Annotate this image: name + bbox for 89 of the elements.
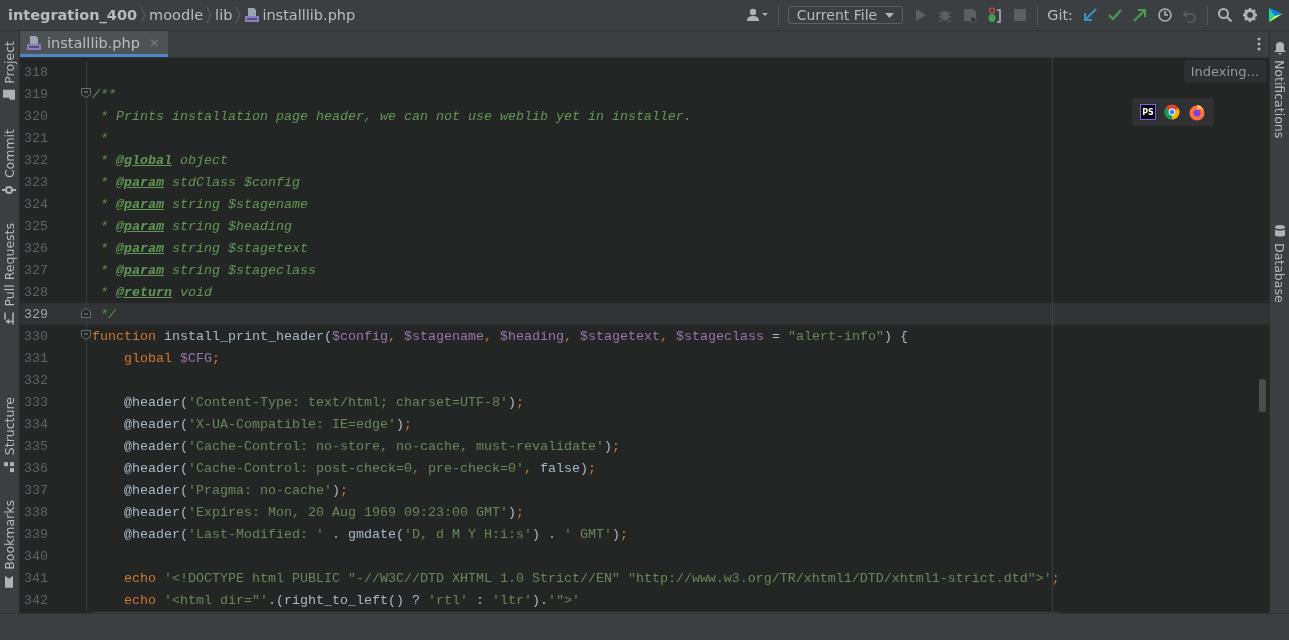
code-line: echo '<html dir="'.(right_to_left() ? 'rtl' : 'ltr').'">' [123,592,580,608]
code-line: @header('X-UA-Compatible: IE=edge'); [123,416,412,432]
line-number: 340 [23,548,48,564]
code-line: /** [92,86,116,102]
code-line: * @param string $heading [99,218,292,234]
line-number: 320 [23,108,48,124]
caret-icon [885,12,895,18]
php-file-icon [26,34,42,51]
code-line: * @global object [99,152,228,168]
git-label: Git: [1047,7,1073,23]
breadcrumb-item[interactable]: installlib.php [244,7,356,23]
check-icon[interactable] [1107,7,1123,23]
code-line: * @param string $stageclass [99,262,316,278]
search-icon[interactable] [1217,7,1233,23]
tool-window-button[interactable]: Pull Requests [0,220,19,328]
user-icon[interactable] [744,7,769,23]
code-line: * @return void [99,284,212,300]
line-number: 331 [23,350,48,366]
fox-browser-icon[interactable] [1188,103,1206,121]
line-number: 338 [23,504,48,520]
tool-window-button[interactable]: Commit [0,126,19,199]
code-line: * @param string $stagename [99,196,308,212]
tool-window-button[interactable]: Project [0,39,19,105]
chevron-icon [235,6,242,24]
line-number: 318 [23,64,48,80]
fold-icon[interactable] [81,330,91,340]
line-number: 327 [23,262,48,278]
scrollbar-thumb[interactable] [1259,379,1266,412]
code-line: @header('Last-Modified: ' . gmdate('D, d M Y H:i:s') . ' GMT'); [123,526,628,542]
tool-window-button[interactable]: Bookmarks [0,498,19,591]
line-number: 342 [23,592,48,608]
code-line: @header('Pragma: no-cache'); [123,482,348,498]
fold-icon[interactable] [81,88,91,98]
code-line: * @param stdClass $config [99,174,300,190]
code-line: @header('Cache-Control: post-check=0, pre-check=0', false); [123,460,596,476]
bell-icon [1272,41,1287,55]
line-number: 329 [23,306,48,322]
arrow-up-right-icon[interactable] [1132,7,1148,23]
line-number: 324 [23,196,48,212]
code-line: * @param string $stagetext [99,240,308,256]
code-line: global $CFG; [123,350,220,366]
line-number: 334 [23,416,48,432]
line-number: 325 [23,218,48,234]
arrow-down-left-icon[interactable] [1082,7,1098,23]
code-line: * [99,130,108,146]
toolbox-logo-icon[interactable] [1267,7,1283,23]
line-number: 337 [23,482,48,498]
chevron-icon [140,6,147,24]
line-number: 335 [23,438,48,454]
line-number: 319 [23,86,48,102]
database-icon [1272,224,1287,239]
code-line: @header('Content-Type: text/html; charset=UTF-8'); [123,394,524,410]
settings-icon[interactable] [1242,7,1258,23]
tool-window-button[interactable]: Structure [0,395,19,477]
ide-logo-icon[interactable]: PS [1140,104,1156,120]
clock-icon[interactable] [1157,7,1173,23]
structure-icon [2,460,17,475]
pull-request-icon [2,311,17,326]
code-line: @header('Cache-Control: no-store, no-cache, must-revalidate'); [123,438,620,454]
line-number: 333 [23,394,48,410]
run-config-dropdown[interactable]: Current File [787,6,904,24]
line-number: 339 [23,526,48,542]
code-line: */ [99,306,116,322]
line-number: 328 [23,284,48,300]
code-line: @header('Expires: Mon, 20 Aug 1969 09:23:00 GMT'); [123,504,524,520]
indexing-label: Indexing... [1183,60,1266,83]
line-number: 332 [23,372,48,388]
line-number: 330 [23,328,48,344]
code-line: echo '<!DOCTYPE html PUBLIC "-//W3C//DTD XHTML 1.0 Strict//EN" "http://www.w3.org/TR/xhtml1/DTD/xhtml1-strict.dtd">'; [123,570,1060,586]
line-number: 322 [23,152,48,168]
breadcrumb-item[interactable]: lib [215,7,233,23]
line-number: 323 [23,174,48,190]
folder-icon [2,88,17,103]
php-file-icon [244,7,261,23]
editor-tab[interactable]: installlib.php × [20,31,168,57]
round-browser-icon[interactable] [1164,104,1180,120]
more-icon[interactable] [1257,37,1261,51]
fold-icon[interactable] [81,308,91,318]
line-number: 326 [23,240,48,256]
line-number: 341 [23,570,48,586]
breadcrumb-item[interactable]: moodle [149,7,204,23]
line-number: 336 [23,460,48,476]
tool-window-button[interactable]: Notifications [1270,39,1289,141]
breadcrumb-item[interactable]: integration_400 [8,7,138,23]
chevron-icon [206,6,213,24]
code-line: function install_print_header($config, $stagename, $heading, $stagetext, $stageclass = "alert-info") { [92,328,908,344]
code-line: * Prints installation page header, we can not use weblib yet in installer. [99,108,692,124]
tool-window-button[interactable]: Database [1270,222,1289,305]
line-number: 321 [23,130,48,146]
